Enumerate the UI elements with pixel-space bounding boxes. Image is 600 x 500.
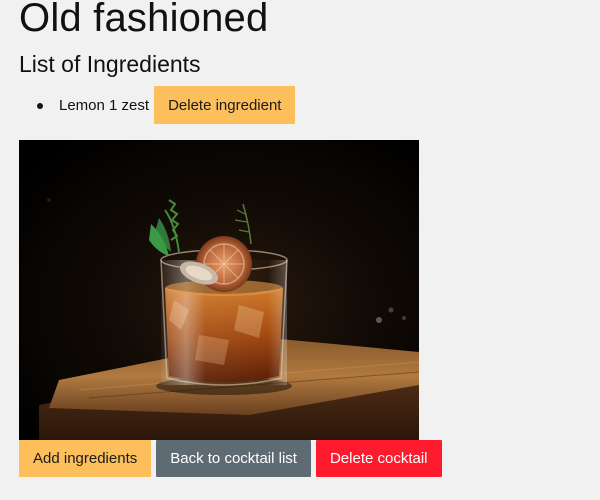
action-bar: Add ingredients Back to cocktail list De… [19, 440, 442, 477]
add-ingredients-button[interactable]: Add ingredients [19, 440, 152, 477]
delete-ingredient-button[interactable]: Delete ingredient [154, 86, 296, 124]
delete-cocktail-button[interactable]: Delete cocktail [315, 440, 442, 477]
ingredient-list: Lemon 1 zest Delete ingredient [37, 86, 296, 124]
cocktail-image [19, 140, 419, 440]
ingredient-label: Lemon 1 zest [59, 96, 150, 114]
back-to-list-button[interactable]: Back to cocktail list [156, 440, 311, 477]
page-title: Old fashioned [19, 0, 269, 40]
bullet-icon [37, 102, 43, 109]
list-item: Lemon 1 zest Delete ingredient [37, 86, 296, 124]
ingredients-heading: List of Ingredients [19, 51, 201, 77]
